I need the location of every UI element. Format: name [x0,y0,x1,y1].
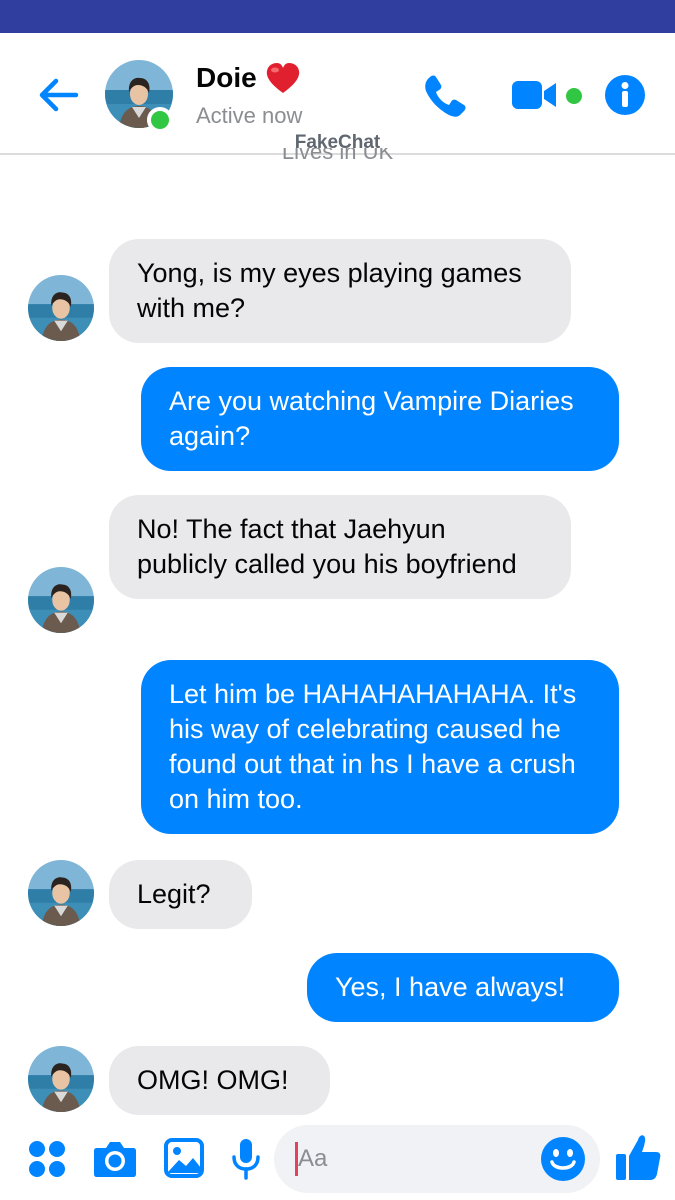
video-camera-icon[interactable] [510,75,560,115]
sender-avatar[interactable] [28,275,94,341]
avatar-photo [28,567,94,633]
message-bubble-incoming[interactable]: Yong, is my eyes playing games with me? [109,239,571,343]
back-arrow-icon[interactable] [34,75,82,115]
four-dots-icon[interactable] [28,1140,66,1178]
message-bubble-outgoing[interactable]: Yes, I have always! [307,953,619,1022]
message-composer [0,1122,675,1200]
video-active-indicator [566,88,582,104]
camera-icon[interactable] [93,1140,137,1178]
message-bubble-outgoing[interactable]: Are you watching Vampire Diaries again? [141,367,619,471]
image-icon[interactable] [164,1138,204,1178]
message-input-box[interactable] [274,1125,600,1193]
avatar-photo [28,275,94,341]
text-cursor [295,1142,298,1176]
microphone-icon[interactable] [231,1138,261,1180]
smiley-icon[interactable] [540,1136,586,1182]
phone-icon[interactable] [420,71,470,121]
status-bar [0,0,675,33]
contact-name: Doie [196,62,257,93]
message-input[interactable] [298,1141,518,1177]
avatar-photo [28,860,94,926]
avatar-photo [28,1046,94,1112]
watermark: FakeChat [294,132,381,153]
heart-icon [266,63,299,93]
thumbs-up-icon[interactable] [614,1132,662,1182]
sender-avatar[interactable] [28,1046,94,1112]
message-bubble-incoming[interactable]: Legit? [109,860,252,929]
message-bubble-incoming[interactable]: OMG! OMG! [109,1046,330,1115]
message-bubble-incoming[interactable]: No! The fact that Jaehyun publicly calle… [109,495,571,599]
info-icon[interactable] [604,74,646,116]
active-status: Active now [196,103,303,128]
online-indicator [147,107,173,133]
contact-name-row[interactable]: Doie [196,61,301,95]
sender-avatar[interactable] [28,567,94,633]
message-bubble-outgoing[interactable]: Let him be HAHAHAHAHAHA. It's his way of… [141,660,619,834]
sender-avatar[interactable] [28,860,94,926]
